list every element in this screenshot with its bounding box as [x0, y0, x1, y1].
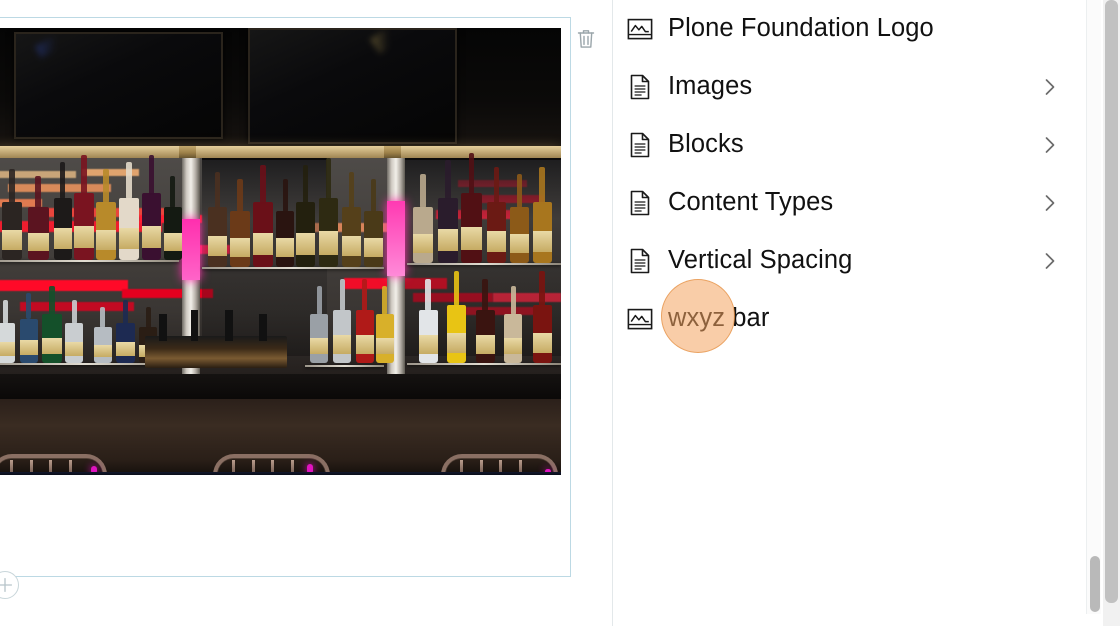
- panel-scrollbar[interactable]: [1086, 0, 1101, 614]
- chevron-right-icon[interactable]: [1040, 135, 1060, 155]
- image-icon: [623, 12, 657, 46]
- chevron-right-icon[interactable]: [1040, 77, 1060, 97]
- sidebar-item-plone-foundation-logo[interactable]: Plone Foundation Logo: [613, 0, 1086, 58]
- bar-photograph: [0, 28, 561, 475]
- photo-tv-right: [247, 28, 457, 144]
- sidebar-item-label: Plone Foundation Logo: [668, 14, 934, 43]
- sidebar-nav-list: Plone Foundation Logo Images Blocks Cont…: [613, 0, 1086, 348]
- document-icon: [623, 128, 657, 162]
- sidebar-item-label: Content Types: [668, 188, 834, 217]
- sidebar-item-blocks[interactable]: Blocks: [613, 116, 1086, 174]
- document-icon: [623, 70, 657, 104]
- sidebar-item-label: wxyz bar: [668, 304, 770, 333]
- sidebar-item-content-types[interactable]: Content Types: [613, 174, 1086, 232]
- editor-area: [0, 0, 612, 626]
- document-icon: [623, 244, 657, 278]
- sidebar-item-wxyz-bar[interactable]: wxyz bar: [613, 290, 1086, 348]
- photo-tv-glint: [369, 28, 397, 55]
- plus-icon: [0, 577, 13, 593]
- chevron-right-icon[interactable]: [1040, 251, 1060, 271]
- sidebar-item-label: Blocks: [668, 130, 744, 159]
- sidebar-item-label: Vertical Spacing: [668, 246, 853, 275]
- photo-tv-left: [13, 30, 223, 140]
- sidebar-panel: Plone Foundation Logo Images Blocks Cont…: [612, 0, 1086, 626]
- scrollbar-gutter: [1086, 614, 1103, 626]
- page-scrollbar[interactable]: [1103, 0, 1120, 626]
- delete-block-button[interactable]: [571, 24, 601, 54]
- image-block[interactable]: [0, 17, 571, 577]
- panel-scrollbar-thumb[interactable]: [1090, 556, 1100, 612]
- sidebar-item-vertical-spacing[interactable]: Vertical Spacing: [613, 232, 1086, 290]
- photo-bar-front: [0, 471, 561, 475]
- block-image[interactable]: [0, 28, 561, 475]
- page-scrollbar-thumb[interactable]: [1105, 0, 1118, 603]
- trash-icon: [576, 28, 596, 50]
- sidebar-item-label: Images: [668, 72, 753, 101]
- sidebar-item-images[interactable]: Images: [613, 58, 1086, 116]
- chevron-right-icon[interactable]: [1040, 193, 1060, 213]
- photo-counter: [0, 374, 561, 402]
- photo-tv-glint: [35, 30, 71, 58]
- image-icon: [623, 302, 657, 336]
- document-icon: [623, 186, 657, 220]
- photo-floor: [0, 399, 561, 475]
